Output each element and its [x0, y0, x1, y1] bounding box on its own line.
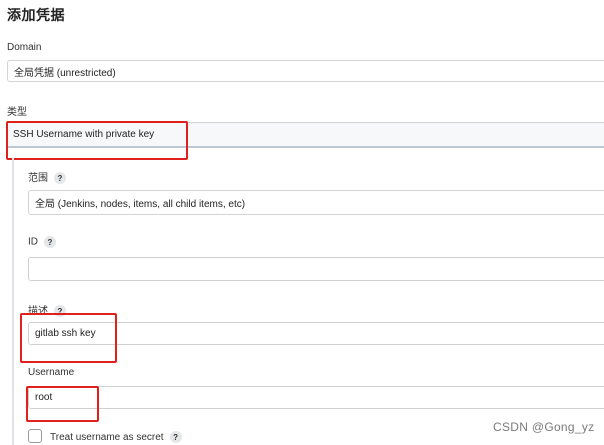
id-label-text: ID [28, 236, 38, 248]
scope-select[interactable]: 全局 (Jenkins, nodes, items, all child ite… [28, 190, 604, 215]
scope-label-text: 范围 [28, 173, 48, 184]
page-title: 添加凭据 [7, 7, 65, 23]
username-input[interactable]: root [28, 386, 604, 409]
domain-select[interactable]: 全局凭据 (unrestricted) [7, 60, 604, 82]
description-input[interactable]: gitlab ssh key [28, 322, 604, 345]
scope-label: 范围? [28, 169, 66, 185]
scope-help-icon[interactable]: ? [54, 172, 66, 185]
id-input[interactable] [28, 257, 604, 281]
kind-label: 类型 [7, 107, 27, 118]
kind-select[interactable]: SSH Username with private key [7, 122, 604, 148]
description-label-text: 描述 [28, 306, 48, 317]
id-help-icon[interactable]: ? [44, 236, 56, 248]
username-label: Username [28, 367, 75, 378]
watermark: CSDN @Gong_yz [493, 420, 595, 434]
domain-label: Domain [7, 42, 42, 53]
nested-section-rule [12, 158, 14, 445]
description-help-icon[interactable]: ? [54, 305, 66, 318]
treat-secret-label-text: Treat username as secret [50, 431, 164, 443]
id-label: ID? [28, 236, 56, 248]
treat-secret-help-icon[interactable]: ? [169, 431, 182, 443]
treat-secret-checkbox[interactable] [28, 429, 42, 443]
treat-secret-label: Treat username as secret? [50, 431, 182, 443]
description-label: 描述? [28, 302, 66, 318]
